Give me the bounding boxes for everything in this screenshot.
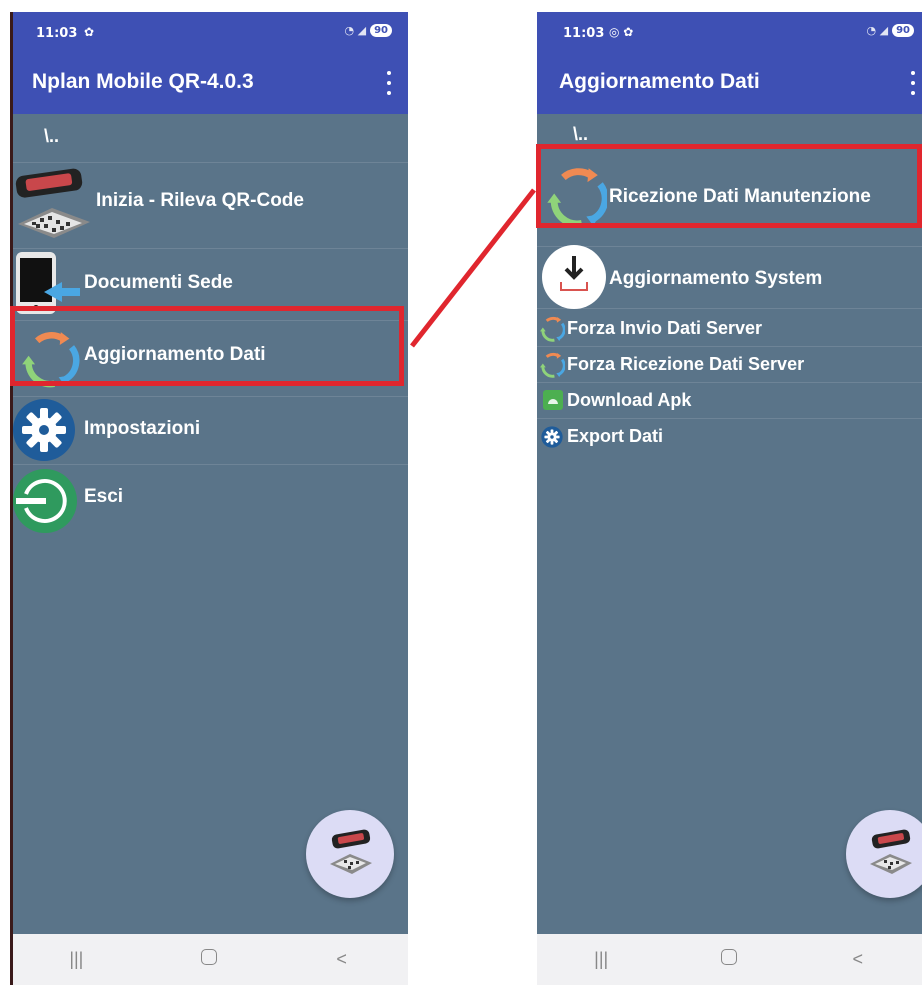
callout-line [410, 188, 536, 348]
callout-connector-line [410, 188, 536, 348]
